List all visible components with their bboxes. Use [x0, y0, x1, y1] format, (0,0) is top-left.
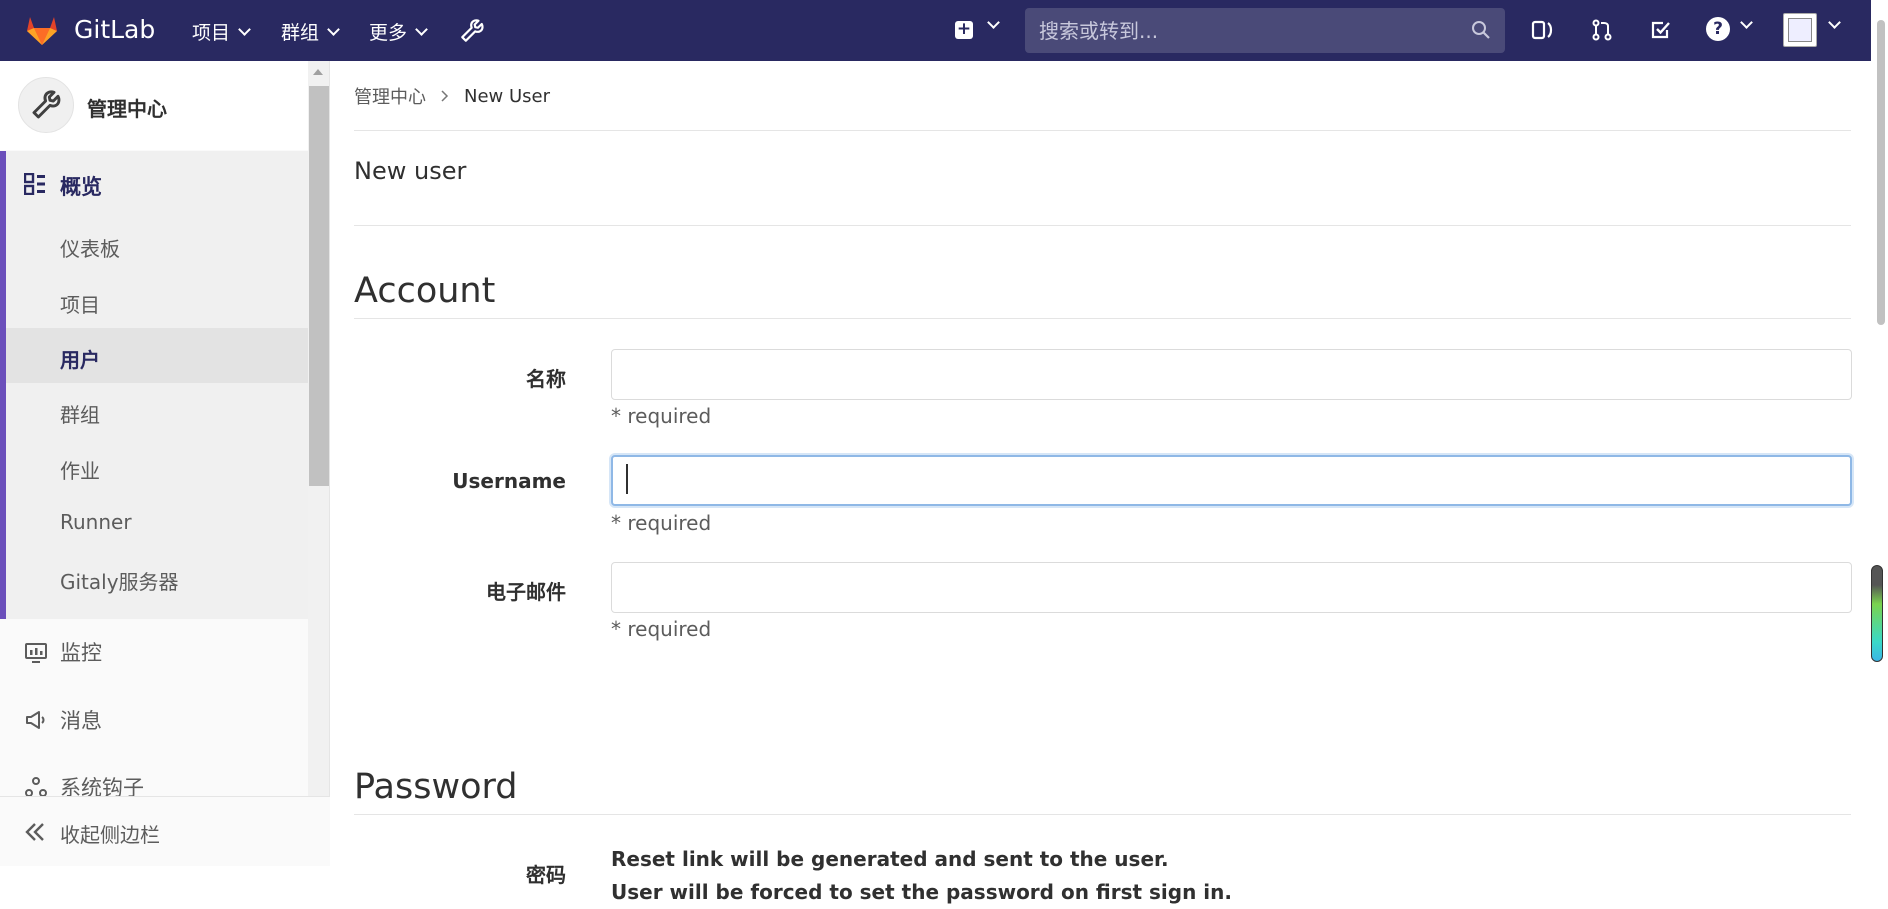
chevron-down-icon: [238, 22, 251, 36]
sidebar-active-highlight: [6, 328, 308, 383]
menu-groups-label: 群组: [281, 22, 320, 44]
chevron-down-icon[interactable]: [987, 16, 1000, 29]
text-cursor: [626, 464, 628, 494]
page-scrollbar-thumb[interactable]: [1877, 20, 1885, 325]
sidebar-item-users[interactable]: 用户: [60, 344, 100, 373]
sidebar-item-dashboard[interactable]: 仪表板: [60, 233, 120, 262]
admin-sidebar: 管理中心 概览 仪表板 项目 用户 群组 作业 Runner Gitaly服务器…: [0, 61, 330, 866]
username-label: Username: [452, 469, 566, 493]
menu-more-label: 更多: [369, 22, 408, 44]
username-field[interactable]: [611, 455, 1852, 506]
name-label: 名称: [526, 367, 566, 391]
divider: [354, 225, 1851, 226]
password-reset-info: Reset link will be generated and sent to…: [611, 847, 1169, 871]
issues-icon[interactable]: [1530, 17, 1556, 43]
merge-requests-icon[interactable]: [1589, 17, 1615, 43]
sidebar-section-title[interactable]: 概览: [60, 171, 102, 201]
top-navbar: GitLab 项目 群组 更多 + ?: [0, 0, 1888, 61]
sidebar-item-messages[interactable]: 消息: [60, 705, 102, 735]
sidebar-item-projects[interactable]: 项目: [60, 289, 100, 318]
sidebar-item-monitoring[interactable]: 监控: [60, 637, 102, 667]
divider: [354, 318, 1851, 319]
chevron-down-icon[interactable]: [1740, 16, 1753, 29]
divider: [354, 814, 1851, 815]
sidebar-item-groups[interactable]: 群组: [60, 399, 100, 428]
password-label: 密码: [526, 863, 566, 887]
wrench-icon: [32, 90, 61, 119]
breadcrumb: 管理中心 New User: [354, 83, 550, 109]
sidebar-header[interactable]: 管理中心: [0, 61, 308, 150]
menu-projects[interactable]: 项目: [192, 18, 251, 45]
divider: [354, 130, 1851, 131]
password-section-title: Password: [354, 767, 518, 807]
monitor-icon: [25, 643, 47, 663]
collapse-sidebar-label: 收起侧边栏: [60, 823, 160, 847]
search-input[interactable]: [1025, 8, 1505, 53]
menu-groups[interactable]: 群组: [281, 18, 340, 45]
sidebar-scrollbar-thumb[interactable]: [309, 86, 329, 486]
chevron-down-icon: [327, 22, 340, 36]
chevron-right-icon: [441, 90, 449, 102]
double-chevron-left-icon: [25, 823, 44, 841]
breadcrumb-admin-link[interactable]: 管理中心: [354, 83, 426, 109]
new-item-plus-icon[interactable]: +: [955, 21, 973, 39]
breadcrumb-current[interactable]: New User: [464, 86, 550, 107]
menu-projects-label: 项目: [192, 22, 231, 44]
brand-name[interactable]: GitLab: [74, 15, 155, 44]
sidebar-section-overview: [0, 151, 308, 619]
sidebar-item-gitaly-servers[interactable]: Gitaly服务器: [60, 566, 179, 595]
page-title: New user: [354, 157, 467, 185]
menu-more[interactable]: 更多: [369, 18, 428, 45]
name-required-hint: * required: [611, 404, 712, 428]
sidebar-item-jobs[interactable]: 作业: [60, 455, 100, 484]
search-box[interactable]: [1025, 8, 1505, 53]
sidebar-title: 管理中心: [87, 97, 167, 121]
chevron-down-icon: [415, 22, 428, 36]
user-avatar[interactable]: [1783, 13, 1817, 47]
email-label: 电子邮件: [486, 580, 566, 604]
admin-avatar: [18, 77, 74, 133]
name-field[interactable]: [611, 349, 1852, 400]
help-icon[interactable]: ?: [1706, 17, 1730, 41]
sidebar-item-runners[interactable]: Runner: [60, 510, 132, 534]
gitlab-logo-icon[interactable]: [24, 12, 60, 48]
email-field[interactable]: [611, 562, 1852, 613]
floating-widget-handle[interactable]: [1871, 565, 1883, 662]
overview-grid-icon: [24, 173, 45, 195]
broken-image-icon: [1788, 18, 1812, 42]
admin-wrench-icon[interactable]: [459, 18, 485, 44]
chevron-down-icon[interactable]: [1828, 16, 1841, 29]
todo-checkbox-icon[interactable]: [1648, 17, 1674, 43]
password-first-sign-in-info: User will be forced to set the password …: [611, 880, 1232, 904]
username-required-hint: * required: [611, 511, 712, 535]
main-content: 管理中心 New User New user Account 名称 * requ…: [331, 61, 1871, 904]
scroll-up-arrow-icon[interactable]: [313, 69, 323, 75]
megaphone-icon: [26, 711, 45, 729]
account-section-title: Account: [354, 271, 496, 311]
collapse-sidebar-button[interactable]: 收起侧边栏: [0, 796, 330, 866]
search-icon[interactable]: [1471, 20, 1491, 40]
email-required-hint: * required: [611, 617, 712, 641]
